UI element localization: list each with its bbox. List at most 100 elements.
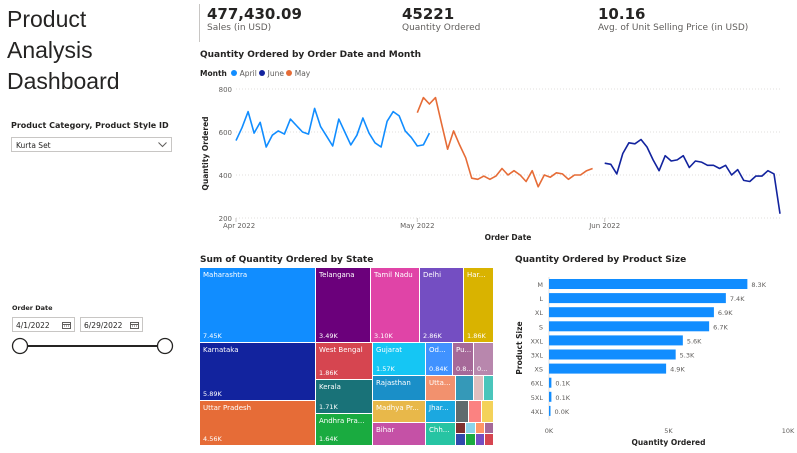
category-label: XL [535, 309, 543, 317]
x-tick-label: Apr 2022 [223, 222, 255, 230]
treemap-cell[interactable]: 0... [474, 343, 494, 376]
treemap-cell[interactable]: West Bengal 1.86K [316, 343, 373, 380]
category-dropdown-value: Kurta Set [16, 141, 51, 150]
data-label: 7.4K [730, 295, 745, 303]
treemap-cell-value: 0.8... [456, 365, 473, 373]
legend-label: April [239, 69, 257, 78]
x-tick-label: May 2022 [400, 222, 435, 230]
bar [549, 279, 748, 289]
treemap-cell[interactable] [466, 434, 476, 446]
treemap-cell-value: 3.49K [319, 332, 338, 340]
data-label: 4.9K [670, 366, 685, 374]
data-label: 6.7K [713, 323, 728, 331]
treemap-cell[interactable]: Rajasthan [373, 376, 426, 401]
treemap-cell[interactable]: Gujarat 1.57K [373, 343, 426, 376]
chevron-down-icon [158, 142, 167, 148]
treemap-cell-value: 1.86K [319, 369, 338, 377]
treemap-cell[interactable] [482, 401, 494, 423]
treemap-cell[interactable] [484, 376, 494, 401]
legend-item-june[interactable]: June [259, 69, 284, 78]
treemap-cell[interactable]: Har... 1.86K [464, 268, 494, 343]
treemap-cell[interactable] [485, 434, 494, 446]
calendar-icon[interactable] [62, 321, 71, 329]
treemap-cell[interactable]: Uttar Pradesh 4.56K [200, 401, 316, 446]
data-label: 0.1K [555, 394, 570, 402]
category-dropdown[interactable]: Kurta Set [11, 137, 172, 152]
treemap-cell[interactable] [469, 401, 482, 423]
treemap-cell[interactable] [474, 376, 484, 401]
treemap-cell[interactable] [456, 434, 466, 446]
data-label: 5.3K [680, 352, 695, 360]
legend-dot [259, 70, 266, 76]
legend-item-april[interactable]: April [231, 69, 257, 78]
treemap-cell-label: Madhya Pr... [376, 404, 419, 412]
treemap-cell[interactable] [476, 423, 485, 434]
treemap-cell[interactable]: Pu... 0.8... [453, 343, 474, 376]
treemap-cell[interactable] [456, 401, 469, 423]
data-label: 8.3K [751, 281, 766, 289]
treemap-cell[interactable]: Andhra Pra... 1.64K [316, 414, 373, 446]
treemap-cell[interactable] [476, 434, 485, 446]
legend-label: June [267, 69, 284, 78]
bar [549, 377, 552, 388]
treemap-cell-label: Rajasthan [376, 379, 411, 387]
treemap-cell[interactable]: Od... 0.84K [426, 343, 453, 376]
category-label: 6XL [531, 380, 544, 388]
end-date-input[interactable]: 6/29/2022 [80, 317, 143, 332]
treemap-cell[interactable]: Telangana 3.49K [316, 268, 371, 343]
treemap-cell[interactable]: Maharashtra 7.45K [200, 268, 316, 343]
series-line-june [604, 138, 781, 214]
line-chart: 800600400200Apr 2022 May 2022 Jun 2022Orde… [201, 86, 781, 242]
treemap-cell[interactable]: Utta... [426, 376, 456, 401]
data-label: 6.9K [718, 309, 733, 317]
y-tick-label: 400 [219, 172, 232, 180]
data-label: 5.6K [687, 337, 702, 345]
title-line: Analysis [7, 37, 93, 63]
treemap-cell-label: Tamil Nadu [374, 271, 413, 279]
bar [549, 405, 551, 416]
kpi-value: 477,430.09 [207, 5, 302, 23]
treemap-cell-value: 2.86K [423, 332, 442, 340]
y-tick-label: 600 [219, 129, 232, 137]
treemap-cell-label: Bihar [376, 426, 395, 434]
treemap: Maharashtra 7.45K Karnataka 5.89K Uttar Prad… [200, 268, 494, 446]
treemap-cell[interactable]: Bihar [373, 423, 426, 446]
x-axis-title: Quantity Ordered [631, 438, 705, 447]
treemap-cell[interactable]: Jhar... [426, 401, 456, 423]
bar-chart-title: Quantity Ordered by Product Size [515, 255, 687, 265]
kpi-card-sales: 477,430.09 Sales (in USD) [207, 5, 302, 33]
category-slicer-label: Product Category, Product Style ID [11, 121, 169, 130]
end-date-value: 6/29/2022 [84, 321, 123, 330]
slider-end-handle[interactable] [156, 337, 174, 355]
treemap-cell[interactable] [485, 423, 494, 434]
date-range-slider[interactable] [8, 336, 178, 356]
treemap-cell-label: West Bengal [319, 346, 363, 354]
bar [549, 349, 676, 360]
treemap-cell-value: 0.84K [429, 365, 448, 373]
y-axis-title: Product Size [515, 321, 524, 374]
date-slicer-label: Order Date [12, 304, 53, 312]
treemap-cell[interactable]: Kerala 1.71K [316, 380, 373, 414]
legend-dot [286, 70, 293, 76]
treemap-cell[interactable]: Chh... [426, 423, 456, 446]
x-tick-label: Jun 2022 [588, 222, 620, 230]
treemap-cell[interactable] [456, 376, 474, 401]
kpi-label: Sales (in USD) [207, 23, 272, 33]
treemap-cell[interactable]: Tamil Nadu 3.10K [371, 268, 420, 343]
treemap-cell[interactable] [456, 423, 466, 434]
start-date-input[interactable]: 4/1/2022 [12, 317, 75, 332]
bar [549, 321, 710, 332]
calendar-icon[interactable] [130, 321, 139, 329]
bar-chart: M 8.3K L 7.4K XL 6.9K S 6.7K XXL 5.6K 3XL 5.3K XS 4.9… [515, 277, 795, 447]
treemap-cell[interactable]: Delhi 2.86K [420, 268, 464, 343]
category-label: M [537, 281, 543, 289]
treemap-cell-value: 4.56K [203, 435, 222, 443]
treemap-cell[interactable]: Karnataka 5.89K [200, 343, 316, 401]
treemap-cell-label: Utta... [429, 379, 451, 387]
legend-item-may[interactable]: May [286, 69, 310, 78]
treemap-cell[interactable]: Madhya Pr... [373, 401, 426, 423]
category-label: 3XL [531, 352, 544, 360]
kpi-value: 45221 [402, 5, 455, 23]
treemap-cell[interactable] [466, 423, 476, 434]
slider-start-handle[interactable] [11, 337, 29, 355]
